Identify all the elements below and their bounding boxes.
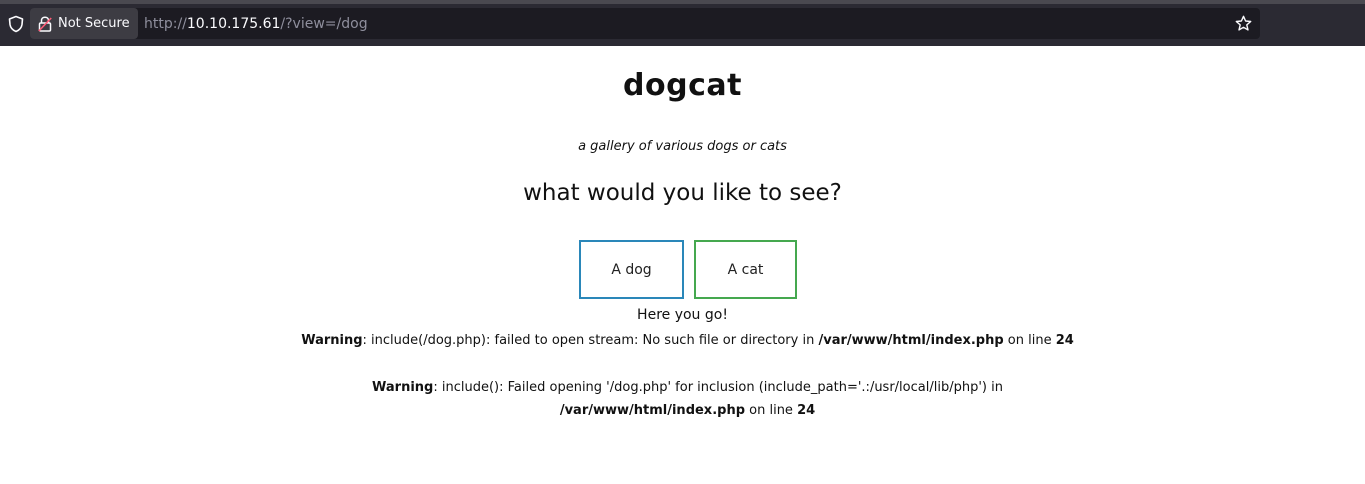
cat-button-label: A cat xyxy=(727,261,764,278)
warning-message: : include(/dog.php): failed to open stre… xyxy=(362,333,819,348)
warning-file: /var/www/html/index.php xyxy=(818,333,1004,348)
page-title: dogcat xyxy=(623,68,742,103)
dog-button[interactable]: A dog xyxy=(579,240,684,299)
warning-on-line: on line xyxy=(745,403,798,418)
toolbar-top-border xyxy=(0,0,1365,4)
warning-label: Warning xyxy=(301,333,363,348)
page-subtitle: a gallery of various dogs or cats xyxy=(578,139,787,154)
cat-button[interactable]: A cat xyxy=(694,240,797,299)
url-text[interactable]: http://10.10.175.61/?view=/dog xyxy=(144,8,368,39)
php-warning-2: Warning: include(): Failed opening '/dog… xyxy=(290,376,1085,422)
insecure-lock-icon xyxy=(38,15,52,32)
warning-line-number: 24 xyxy=(797,403,816,418)
warning-label: Warning xyxy=(372,380,434,395)
page-question: what would you like to see? xyxy=(523,180,842,206)
warning-file: /var/www/html/index.php xyxy=(559,403,746,418)
url-path: /?view=/dog xyxy=(280,15,368,32)
browser-toolbar: Not Secure http://10.10.175.61/?view=/do… xyxy=(0,0,1365,46)
not-secure-label: Not Secure xyxy=(58,16,130,31)
warning-on-line: on line xyxy=(1003,333,1056,348)
address-bar[interactable]: Not Secure http://10.10.175.61/?view=/do… xyxy=(30,8,1260,39)
url-prefix: http:// xyxy=(144,15,187,32)
not-secure-indicator[interactable]: Not Secure xyxy=(30,8,138,39)
tracking-protection-shield-icon[interactable] xyxy=(7,15,25,33)
bookmark-star-icon[interactable] xyxy=(1235,15,1252,32)
url-host: 10.10.175.61 xyxy=(186,15,281,32)
warning-message: : include(): Failed opening '/dog.php' f… xyxy=(433,380,1003,395)
warning-line-number: 24 xyxy=(1055,333,1074,348)
dog-button-label: A dog xyxy=(611,261,652,278)
php-warning-1: Warning: include(/dog.php): failed to op… xyxy=(290,329,1085,352)
result-message: Here you go! xyxy=(637,307,728,323)
